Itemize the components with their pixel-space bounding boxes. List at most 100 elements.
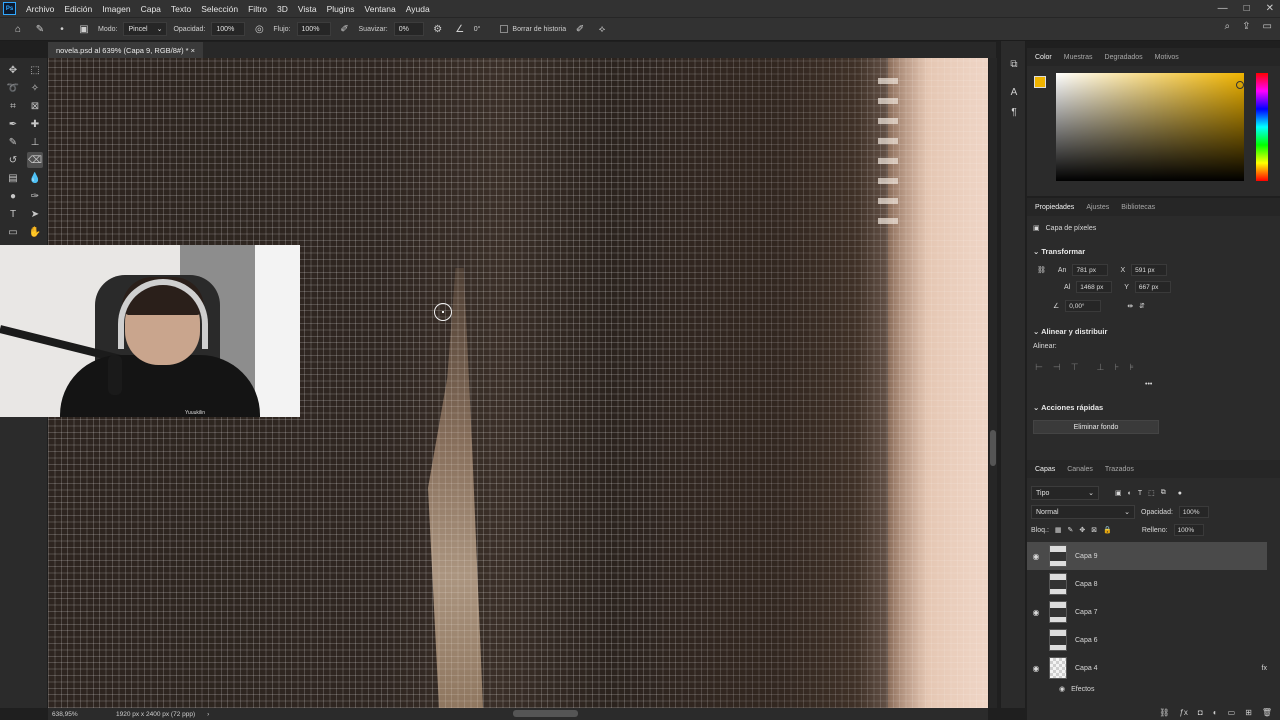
quick-actions-title[interactable]: ⌄ Acciones rápidas	[1033, 403, 1103, 412]
eye-icon[interactable]: ◉	[1059, 685, 1065, 693]
character-panel-icon[interactable]: A	[1007, 87, 1021, 101]
new-adjustment-icon[interactable]: ◐	[1213, 708, 1218, 717]
eye-icon[interactable]: ◉	[1027, 664, 1045, 673]
x-input[interactable]: 591 px	[1131, 264, 1168, 276]
new-group-icon[interactable]: ▭	[1228, 708, 1236, 717]
blur-tool-icon[interactable]: 💧	[27, 170, 43, 186]
menu-vista[interactable]: Vista	[293, 4, 322, 14]
flow-input[interactable]: 100%	[296, 22, 331, 36]
vertical-scroll-thumb[interactable]	[990, 430, 996, 466]
y-input[interactable]: 667 px	[1134, 281, 1171, 293]
tab-channels[interactable]: Canales	[1061, 466, 1099, 473]
remove-background-button[interactable]: Eliminar fondo	[1033, 420, 1159, 434]
link-icon[interactable]: ⛓	[1037, 266, 1046, 274]
align-top-icon[interactable]: ⊥	[1097, 362, 1105, 373]
fx-icon[interactable]: fx	[1262, 665, 1267, 672]
layer-name[interactable]: Capa 8	[1075, 581, 1098, 588]
tab-patterns[interactable]: Motivos	[1149, 54, 1185, 61]
menu-capa[interactable]: Capa	[136, 4, 166, 14]
minimize-icon[interactable]: —	[1218, 3, 1228, 14]
angle-icon[interactable]: ∠	[452, 21, 468, 37]
flip-vertical-icon[interactable]: ⇵	[1139, 302, 1145, 310]
document-tab[interactable]: novela.psd al 639% (Capa 9, RGB/8#) * ×	[48, 42, 203, 58]
menu-edicion[interactable]: Edición	[59, 4, 97, 14]
frame-tool-icon[interactable]: ⊠	[27, 98, 43, 114]
eye-icon[interactable]: ◉	[1027, 608, 1045, 617]
menu-plugins[interactable]: Plugins	[322, 4, 360, 14]
tab-paths[interactable]: Trazados	[1099, 466, 1140, 473]
photoshop-logo-icon[interactable]: Ps	[3, 2, 16, 15]
angle-input[interactable]: 0,00°	[1065, 300, 1102, 312]
trash-icon[interactable]: 🗑	[1262, 708, 1272, 717]
erase-history-checkbox[interactable]: Borrar de historia	[500, 25, 566, 33]
gradient-tool-icon[interactable]: ▤	[5, 170, 21, 186]
gear-icon[interactable]: ⚙	[430, 21, 446, 37]
layer-row[interactable]: ◉ Capa 7	[1027, 598, 1267, 626]
menu-ventana[interactable]: Ventana	[360, 4, 401, 14]
lock-position-icon[interactable]: ✥	[1079, 526, 1085, 534]
zoom-level[interactable]: 638,95%	[52, 711, 108, 718]
color-picker-ring[interactable]	[1236, 81, 1244, 89]
home-icon[interactable]: ⌂	[10, 21, 26, 37]
tab-libraries[interactable]: Bibliotecas	[1115, 204, 1161, 211]
add-style-icon[interactable]: ƒx	[1179, 708, 1187, 717]
align-title[interactable]: ⌄ Alinear y distribuir	[1033, 327, 1107, 336]
tab-adjustments[interactable]: Ajustes	[1080, 204, 1115, 211]
lasso-tool-icon[interactable]: ➰	[5, 80, 21, 96]
effects-row[interactable]: ◉ Efectos	[1059, 685, 1094, 694]
crop-tool-icon[interactable]: ⌗	[5, 98, 21, 114]
history-brush-tool-icon[interactable]: ↺	[5, 152, 21, 168]
history-panel-icon[interactable]: ⧉	[1007, 59, 1021, 73]
align-middle-icon[interactable]: ⊦	[1114, 362, 1119, 373]
filter-toggle-icon[interactable]: ●	[1178, 490, 1182, 497]
eyedropper-tool-icon[interactable]: ✒	[5, 116, 21, 132]
align-bottom-icon[interactable]: ⊧	[1129, 362, 1134, 373]
menu-ayuda[interactable]: Ayuda	[401, 4, 435, 14]
hue-slider[interactable]	[1256, 73, 1268, 181]
layer-row[interactable]: Capa 6	[1027, 626, 1267, 654]
menu-filtro[interactable]: Filtro	[243, 4, 272, 14]
checkbox-box[interactable]	[500, 25, 509, 33]
foreground-color-swatch[interactable]	[1034, 76, 1046, 88]
brush-panel-icon[interactable]: ▣	[76, 21, 92, 37]
symmetry-icon[interactable]: ⟡	[594, 21, 610, 37]
horizontal-scroll-thumb[interactable]	[513, 710, 578, 717]
lock-artboard-icon[interactable]: ⊠	[1091, 526, 1097, 534]
menu-3d[interactable]: 3D	[272, 4, 293, 14]
workspace-icon[interactable]: ▭	[1263, 21, 1272, 32]
add-mask-icon[interactable]: ◘	[1198, 708, 1203, 717]
eraser-tool-icon[interactable]: ⌫	[27, 152, 43, 168]
link-layers-icon[interactable]: ⛓	[1159, 708, 1169, 717]
type-tool-icon[interactable]: T	[5, 206, 21, 222]
pressure-size-icon[interactable]: ✐	[572, 21, 588, 37]
smooth-input[interactable]: 0%	[393, 22, 424, 36]
eye-icon[interactable]: ◉	[1027, 552, 1045, 561]
path-select-tool-icon[interactable]: ➤	[27, 206, 43, 222]
airbrush-icon[interactable]: ✐	[337, 21, 353, 37]
height-input[interactable]: 1468 px	[1076, 281, 1113, 293]
fill-input[interactable]: 100%	[1173, 524, 1204, 536]
filter-shape-icon[interactable]: ⬚	[1148, 489, 1155, 497]
layer-name[interactable]: Capa 4	[1075, 665, 1262, 672]
pressure-opacity-icon[interactable]: ◎	[251, 21, 267, 37]
angle-value[interactable]: 0°	[474, 26, 481, 33]
filter-adjustment-icon[interactable]: ◐	[1128, 490, 1132, 497]
menu-imagen[interactable]: Imagen	[97, 4, 135, 14]
align-center-h-icon[interactable]: ⊣	[1053, 362, 1061, 373]
pen-tool-icon[interactable]: ✑	[27, 188, 43, 204]
color-picker-field[interactable]	[1056, 73, 1244, 181]
tab-layers[interactable]: Capas	[1029, 466, 1061, 473]
transform-title[interactable]: ⌄ Transformar	[1033, 247, 1085, 256]
opacity-input[interactable]: 100%	[211, 22, 246, 36]
lock-transparent-icon[interactable]: ▦	[1055, 526, 1062, 534]
status-menu-arrow[interactable]: ›	[207, 711, 209, 718]
share-icon[interactable]: ⇪	[1242, 21, 1250, 32]
close-icon[interactable]: ✕	[1266, 3, 1274, 14]
filter-type-icon[interactable]: T	[1138, 490, 1142, 497]
maximize-icon[interactable]: □	[1244, 3, 1250, 14]
search-icon[interactable]: ⌕	[1225, 21, 1231, 32]
filter-smart-icon[interactable]: ⧉	[1161, 489, 1166, 497]
layer-row[interactable]: ◉ Capa 4 fx	[1027, 654, 1267, 682]
mode-select[interactable]: Pincel ⌄	[123, 22, 168, 36]
layer-opacity-input[interactable]: 100%	[1178, 506, 1209, 518]
